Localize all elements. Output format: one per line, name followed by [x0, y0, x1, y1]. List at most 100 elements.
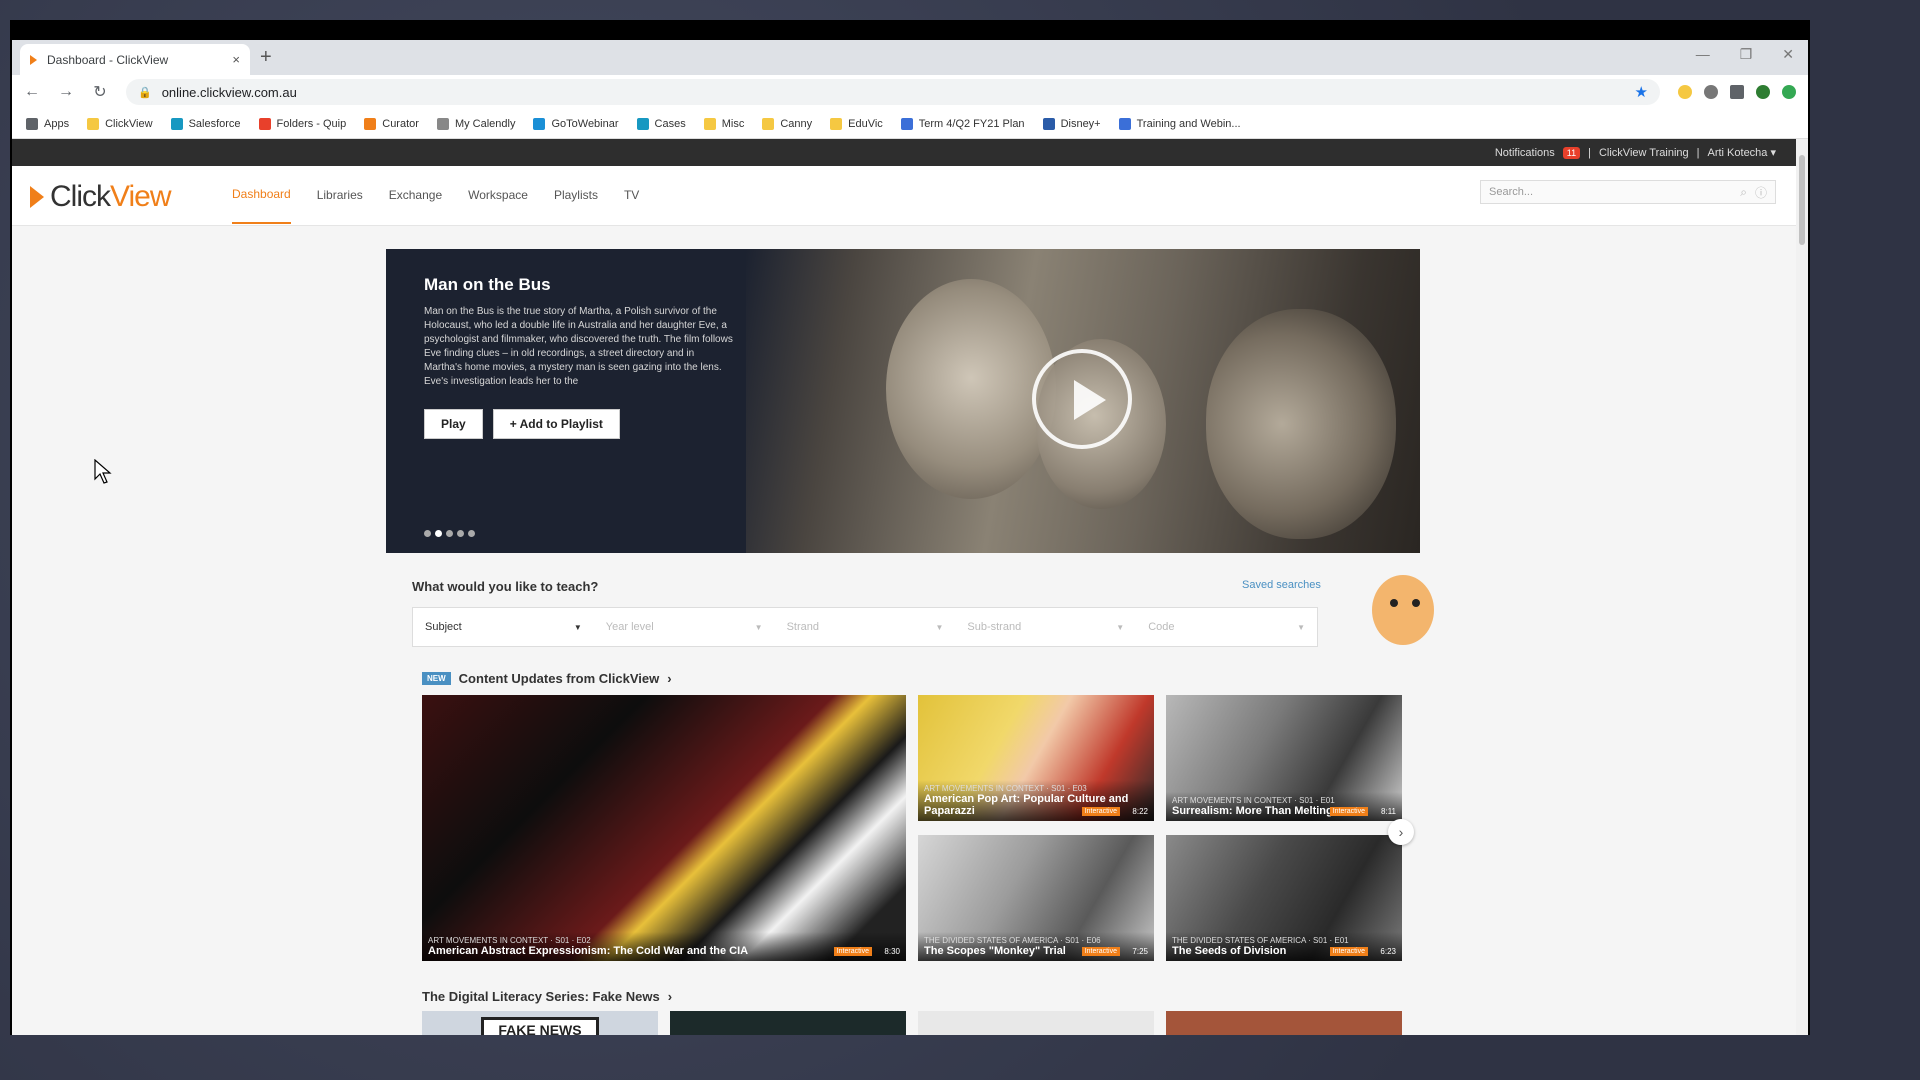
account-bar: Notifications 11 | ClickView Training | … — [12, 139, 1796, 166]
bookmark-item[interactable]: Cases — [636, 117, 686, 130]
video-card[interactable]: ART MOVEMENTS IN CONTEXT · S01 · E01 Sur… — [1166, 695, 1402, 821]
bookmark-item[interactable]: Salesforce — [170, 117, 241, 130]
video-card[interactable]: ART MOVEMENTS IN CONTEXT · S01 · E02 Ame… — [422, 695, 906, 961]
video-card[interactable]: FAKE NEWS — [422, 1011, 658, 1035]
notifications-link[interactable]: Notifications — [1495, 147, 1555, 159]
bookmark-icon — [900, 117, 913, 130]
bookmark-item[interactable]: Term 4/Q2 FY21 Plan — [900, 117, 1025, 130]
video-card[interactable] — [670, 1011, 906, 1035]
carousel-next-button[interactable]: › — [1388, 819, 1414, 845]
bookmark-item[interactable]: Misc — [703, 117, 745, 130]
carousel-dot[interactable] — [424, 530, 431, 537]
forward-icon[interactable]: → — [58, 83, 74, 101]
carousel-dot[interactable] — [468, 530, 475, 537]
scrollbar-thumb[interactable] — [1799, 155, 1805, 245]
address-bar[interactable]: 🔒 online.clickview.com.au ★ — [126, 79, 1660, 105]
bookmark-icon — [762, 117, 775, 130]
puzzle-icon[interactable] — [1730, 85, 1744, 99]
search-icon[interactable]: ⌕ — [1740, 185, 1747, 200]
content-updates-heading[interactable]: NEW Content Updates from ClickView › — [422, 671, 672, 686]
extension-icon[interactable] — [1704, 85, 1718, 99]
video-card[interactable]: THE DIVIDED STATES OF AMERICA · S01 · E0… — [1166, 835, 1402, 961]
separator: | — [1588, 146, 1591, 159]
reload-icon[interactable]: ↻ — [92, 82, 108, 102]
new-tab-button[interactable]: + — [260, 46, 272, 69]
play-button[interactable]: Play — [424, 409, 483, 439]
bookmark-label: Misc — [721, 117, 745, 130]
nav-tv[interactable]: TV — [624, 166, 639, 224]
org-link[interactable]: ClickView Training — [1599, 147, 1689, 159]
extension-icon[interactable] — [1782, 85, 1796, 99]
teach-filter-section: What would you like to teach? Saved sear… — [412, 575, 1434, 647]
restore-button[interactable]: ❐ — [1740, 46, 1753, 63]
chevron-right-icon: › — [667, 989, 673, 1004]
hero-title: Man on the Bus — [424, 275, 551, 294]
hero-carousel: Man on the Bus Man on the Bus is the tru… — [386, 249, 1420, 553]
logo-text-click: Click — [50, 180, 111, 213]
bookmark-item[interactable]: Training and Webin... — [1118, 117, 1241, 130]
search-input[interactable]: Search... ⌕ ⓘ — [1480, 180, 1776, 204]
tab-close-icon[interactable]: × — [232, 52, 240, 67]
carousel-dot[interactable] — [457, 530, 464, 537]
back-icon[interactable]: ← — [24, 83, 40, 101]
bookmark-icon — [830, 117, 843, 130]
bookmark-item[interactable]: Apps — [26, 117, 69, 130]
bookmark-star-icon[interactable]: ★ — [1635, 83, 1648, 101]
clickview-logo[interactable]: ClickView — [30, 180, 171, 214]
nav-dashboard[interactable]: Dashboard — [232, 166, 291, 224]
filter-label: Strand — [786, 621, 820, 633]
mascot-body — [1372, 575, 1434, 645]
bookmark-item[interactable]: Canny — [762, 117, 812, 130]
nav-playlists[interactable]: Playlists — [554, 166, 598, 224]
carousel-dot[interactable] — [435, 530, 442, 537]
user-menu[interactable]: Arti Kotecha ▾ — [1708, 146, 1777, 159]
hero-text: Man on the Bus Man on the Bus is the tru… — [424, 275, 734, 439]
bookmark-item[interactable]: Curator — [364, 117, 419, 130]
digital-literacy-heading[interactable]: The Digital Literacy Series: Fake News › — [422, 989, 672, 1004]
mascot-illustration — [1352, 569, 1434, 659]
bookmark-item[interactable]: Disney+ — [1042, 117, 1101, 130]
chevron-down-icon: ▼ — [1297, 622, 1305, 632]
browser-tab[interactable]: Dashboard - ClickView × — [20, 44, 250, 75]
code-select[interactable]: Code ▼ — [1136, 608, 1317, 646]
nav-exchange[interactable]: Exchange — [389, 166, 442, 224]
bookmark-item[interactable]: Folders - Quip — [258, 117, 347, 130]
bookmark-label: Cases — [654, 117, 686, 130]
interactive-badge: Interactive — [1329, 947, 1368, 956]
info-icon[interactable]: ⓘ — [1755, 184, 1767, 201]
sub-strand-select[interactable]: Sub-strand ▼ — [955, 608, 1136, 646]
bookmark-item[interactable]: GoToWebinar — [533, 117, 619, 130]
saved-searches-link[interactable]: Saved searches — [1242, 579, 1321, 591]
page-scrollbar[interactable] — [1796, 139, 1808, 1035]
carousel-dots — [424, 530, 475, 537]
carousel-dot[interactable] — [446, 530, 453, 537]
bookmark-icon — [87, 117, 100, 130]
interactive-badge: Interactive — [1081, 947, 1120, 956]
video-card[interactable]: THE DIVIDED STATES OF AMERICA · S01 · E0… — [918, 835, 1154, 961]
nav-workspace[interactable]: Workspace — [468, 166, 528, 224]
nav-libraries[interactable]: Libraries — [317, 166, 363, 224]
bookmark-item[interactable]: My Calendly — [436, 117, 515, 130]
close-window-button[interactable]: ✕ — [1782, 46, 1794, 63]
filter-bar: Subject ▼ Year level ▼ Strand ▼ Sub-strand ▼… — [412, 607, 1318, 647]
new-badge: NEW — [422, 672, 451, 685]
video-card[interactable] — [918, 1011, 1154, 1035]
avatar[interactable] — [1756, 85, 1770, 99]
bookmark-item[interactable]: ClickView — [87, 117, 153, 130]
hero-photo-man — [1206, 309, 1396, 539]
notification-count-badge: 11 — [1562, 146, 1581, 159]
bookmark-item[interactable]: EduVic — [830, 117, 883, 130]
add-to-playlist-button[interactable]: + Add to Playlist — [492, 409, 620, 439]
video-card[interactable]: ART MOVEMENTS IN CONTEXT · S01 · E03 Ame… — [918, 695, 1154, 821]
mascot-eye — [1412, 599, 1420, 607]
video-card[interactable] — [1166, 1011, 1402, 1035]
minimize-button[interactable]: — — [1696, 46, 1710, 63]
bookmark-label: Disney+ — [1060, 117, 1101, 130]
play-icon[interactable] — [1032, 349, 1132, 449]
subject-select[interactable]: Subject ▼ — [413, 608, 594, 646]
extension-icon[interactable] — [1678, 85, 1692, 99]
year-level-select[interactable]: Year level ▼ — [594, 608, 775, 646]
bookmark-icon — [364, 117, 377, 130]
bookmark-label: Folders - Quip — [276, 117, 347, 130]
strand-select[interactable]: Strand ▼ — [775, 608, 956, 646]
